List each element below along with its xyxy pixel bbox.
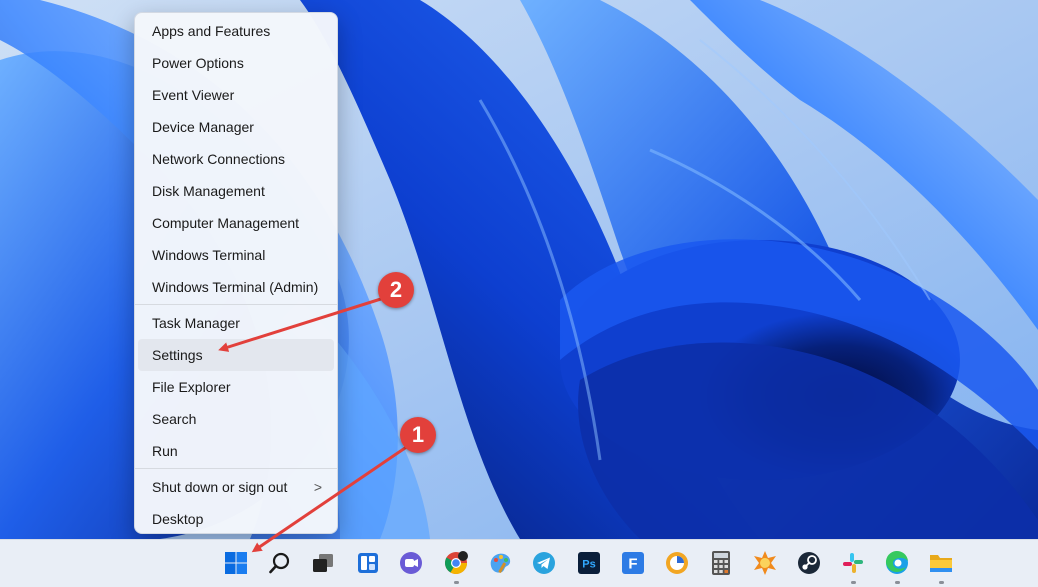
running-indicator: [895, 581, 900, 584]
menu-item-task-manager[interactable]: Task Manager: [138, 307, 334, 339]
menu-item-label: Shut down or sign out: [152, 479, 288, 495]
menu-item-network-connections[interactable]: Network Connections: [138, 143, 334, 175]
steam-icon[interactable]: [794, 548, 824, 578]
app-c-icon[interactable]: [662, 548, 692, 578]
menu-item-run[interactable]: Run: [138, 435, 334, 467]
menu-separator: [135, 468, 337, 469]
photoshop-icon[interactable]: Ps: [574, 548, 604, 578]
menu-separator: [135, 304, 337, 305]
xnview-icon[interactable]: [750, 548, 780, 578]
chrome-icon[interactable]: [441, 548, 471, 584]
start-icon[interactable]: [221, 548, 251, 578]
chat-icon[interactable]: [396, 548, 426, 578]
svg-text:Ps: Ps: [582, 559, 595, 571]
menu-item-settings[interactable]: Settings: [138, 339, 334, 371]
menu-item-search[interactable]: Search: [138, 403, 334, 435]
taskbar: Ps F: [0, 539, 1038, 587]
quick-link-menu: Apps and Features Power Options Event Vi…: [134, 12, 338, 534]
calculator-icon[interactable]: [706, 548, 736, 578]
menu-item-desktop[interactable]: Desktop: [138, 503, 334, 535]
step-badge-1: 1: [400, 417, 436, 453]
menu-item-computer-management[interactable]: Computer Management: [138, 207, 334, 239]
menu-item-device-manager[interactable]: Device Manager: [138, 111, 334, 143]
menu-item-event-viewer[interactable]: Event Viewer: [138, 79, 334, 111]
telegram-icon[interactable]: [529, 548, 559, 578]
app-f-icon[interactable]: F: [618, 548, 648, 578]
menu-item-shut-down-or-sign-out[interactable]: Shut down or sign out >: [138, 471, 334, 503]
file-explorer-icon[interactable]: [926, 548, 956, 584]
chevron-right-icon: >: [313, 479, 322, 495]
edge-icon[interactable]: [882, 548, 912, 584]
menu-item-windows-terminal[interactable]: Windows Terminal: [138, 239, 334, 271]
running-indicator: [454, 581, 459, 584]
menu-item-file-explorer[interactable]: File Explorer: [138, 371, 334, 403]
menu-item-power-options[interactable]: Power Options: [138, 47, 334, 79]
step-badge-2: 2: [378, 272, 414, 308]
running-indicator: [939, 581, 944, 584]
svg-text:F: F: [628, 556, 637, 573]
widgets-icon[interactable]: [353, 548, 383, 578]
menu-item-windows-terminal-admin[interactable]: Windows Terminal (Admin): [138, 271, 334, 303]
slack-icon[interactable]: [838, 548, 868, 584]
paint-icon[interactable]: [485, 548, 515, 578]
task-view-icon[interactable]: [308, 548, 338, 578]
menu-item-apps-and-features[interactable]: Apps and Features: [138, 15, 334, 47]
search-icon[interactable]: [265, 548, 295, 578]
menu-item-disk-management[interactable]: Disk Management: [138, 175, 334, 207]
running-indicator: [851, 581, 856, 584]
